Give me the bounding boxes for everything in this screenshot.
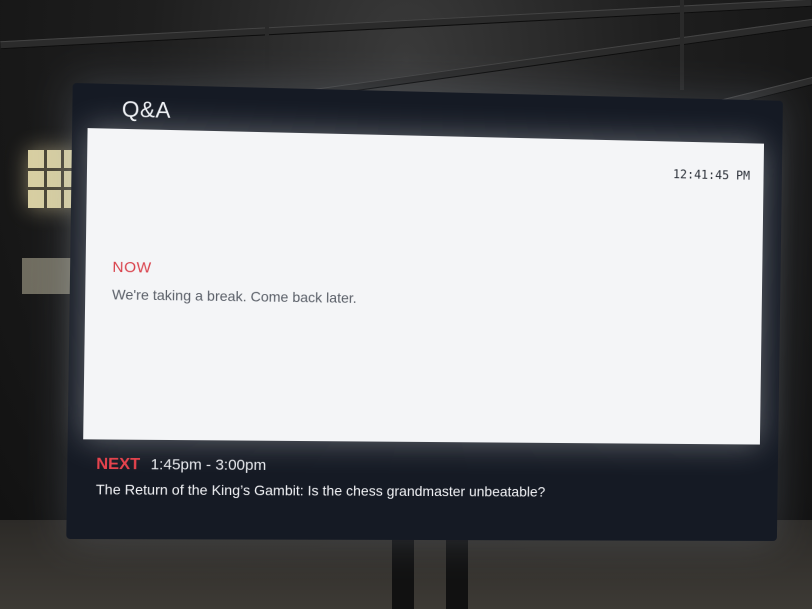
display-screen: Q&A 12:41:45 PM NOW We're taking a break…	[66, 82, 783, 541]
screen-title: Q&A	[121, 96, 172, 123]
venue-window	[22, 258, 76, 294]
next-session-row: NEXT 1:45pm - 3:00pm	[96, 456, 266, 475]
now-panel: 12:41:45 PM NOW We're taking a break. Co…	[83, 128, 765, 445]
clock: 12:41:45 PM	[672, 167, 751, 183]
next-session-title: The Return of the King’s Gambit: Is the …	[95, 481, 546, 500]
next-time: 1:45pm - 3:00pm	[150, 456, 267, 475]
ceiling-beam	[680, 0, 684, 90]
now-message: We're taking a break. Come back later.	[111, 286, 357, 306]
ceiling-beam	[265, 0, 269, 70]
now-label: NOW	[112, 258, 152, 277]
next-label: NEXT	[96, 455, 141, 474]
